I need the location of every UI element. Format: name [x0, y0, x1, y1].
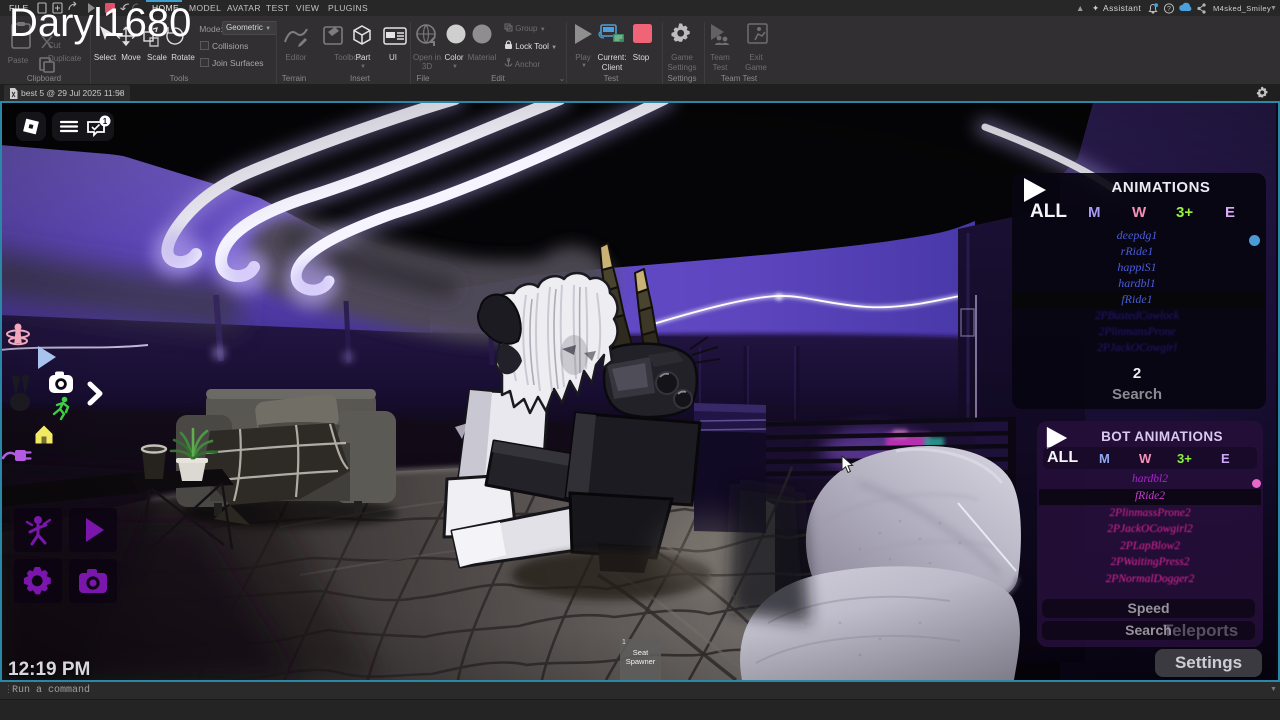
svg-text:?: ? — [1167, 6, 1171, 13]
svg-text:1: 1 — [103, 117, 108, 126]
